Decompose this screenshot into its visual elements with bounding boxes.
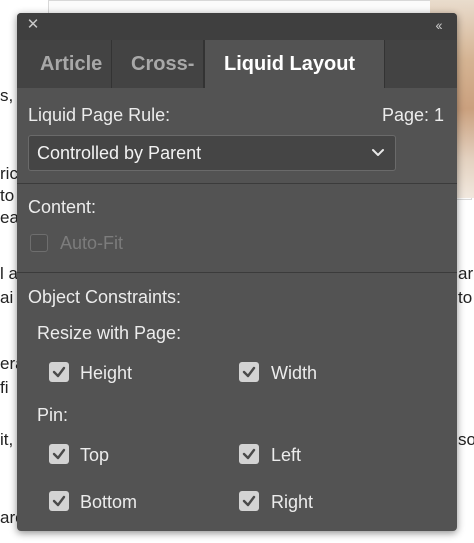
document-text-fragment: ai: [0, 288, 14, 307]
divider: [17, 272, 457, 273]
checkmark-icon: [242, 366, 256, 378]
pin-top-label[interactable]: Top: [80, 445, 109, 466]
checkmark-icon: [242, 495, 256, 507]
liquid-layout-panel: ✕ ‹‹ Article Cross- Liquid Layout Liquid…: [17, 13, 457, 531]
width-checkbox[interactable]: [239, 362, 259, 382]
document-text-fragment: it,: [0, 430, 14, 449]
content-section-label: Content:: [28, 197, 97, 217]
pin-right-label[interactable]: Right: [271, 492, 313, 513]
checkmark-icon: [52, 366, 66, 378]
pin-top-checkbox[interactable]: [49, 444, 69, 464]
pin-left-checkbox[interactable]: [239, 444, 259, 464]
document-text-fragment: so: [458, 430, 474, 449]
document-text-fragment: ric: [0, 164, 18, 183]
document-text-fragment: to: [0, 186, 15, 205]
checkmark-icon: [242, 448, 256, 460]
auto-fit-label: Auto-Fit: [60, 233, 124, 253]
divider: [17, 183, 457, 184]
page-indicator: Page: 1: [381, 105, 444, 125]
document-text-fragment: ar: [458, 264, 474, 283]
width-label[interactable]: Width: [271, 363, 317, 384]
tab-bar: Article Cross- Liquid Layout: [17, 40, 457, 88]
tab-liquid-layout[interactable]: Liquid Layout: [204, 40, 385, 88]
pin-bottom-label[interactable]: Bottom: [80, 492, 137, 513]
checkmark-icon: [52, 448, 66, 460]
document-text-fragment: s,: [0, 86, 14, 105]
tab-article[interactable]: Article: [28, 40, 112, 88]
panel-titlebar[interactable]: ✕ ‹‹: [17, 13, 457, 40]
height-checkbox[interactable]: [49, 362, 69, 382]
select-value: Controlled by Parent: [37, 143, 202, 163]
checkmark-icon: [52, 495, 66, 507]
document-text-fragment: to: [458, 288, 473, 307]
document-text-fragment: l a: [0, 264, 18, 283]
pin-right-checkbox[interactable]: [239, 491, 259, 511]
auto-fit-checkbox[interactable]: [30, 234, 48, 252]
pin-bottom-checkbox[interactable]: [49, 491, 69, 511]
height-label[interactable]: Height: [80, 363, 132, 384]
tab-cross-references[interactable]: Cross-: [112, 40, 204, 88]
collapse-panel-icon[interactable]: ‹‹: [429, 17, 447, 33]
object-constraints-label: Object Constraints:: [28, 287, 182, 307]
pin-label: Pin:: [37, 405, 69, 425]
liquid-page-rule-select[interactable]: Controlled by Parent: [28, 135, 396, 171]
resize-with-page-label: Resize with Page:: [37, 323, 182, 343]
document-text-fragment: fi: [0, 378, 9, 397]
chevron-down-icon: [372, 149, 384, 156]
close-icon[interactable]: ✕: [25, 17, 41, 33]
liquid-page-rule-label: Liquid Page Rule:: [28, 105, 171, 125]
pin-left-label[interactable]: Left: [271, 445, 301, 466]
